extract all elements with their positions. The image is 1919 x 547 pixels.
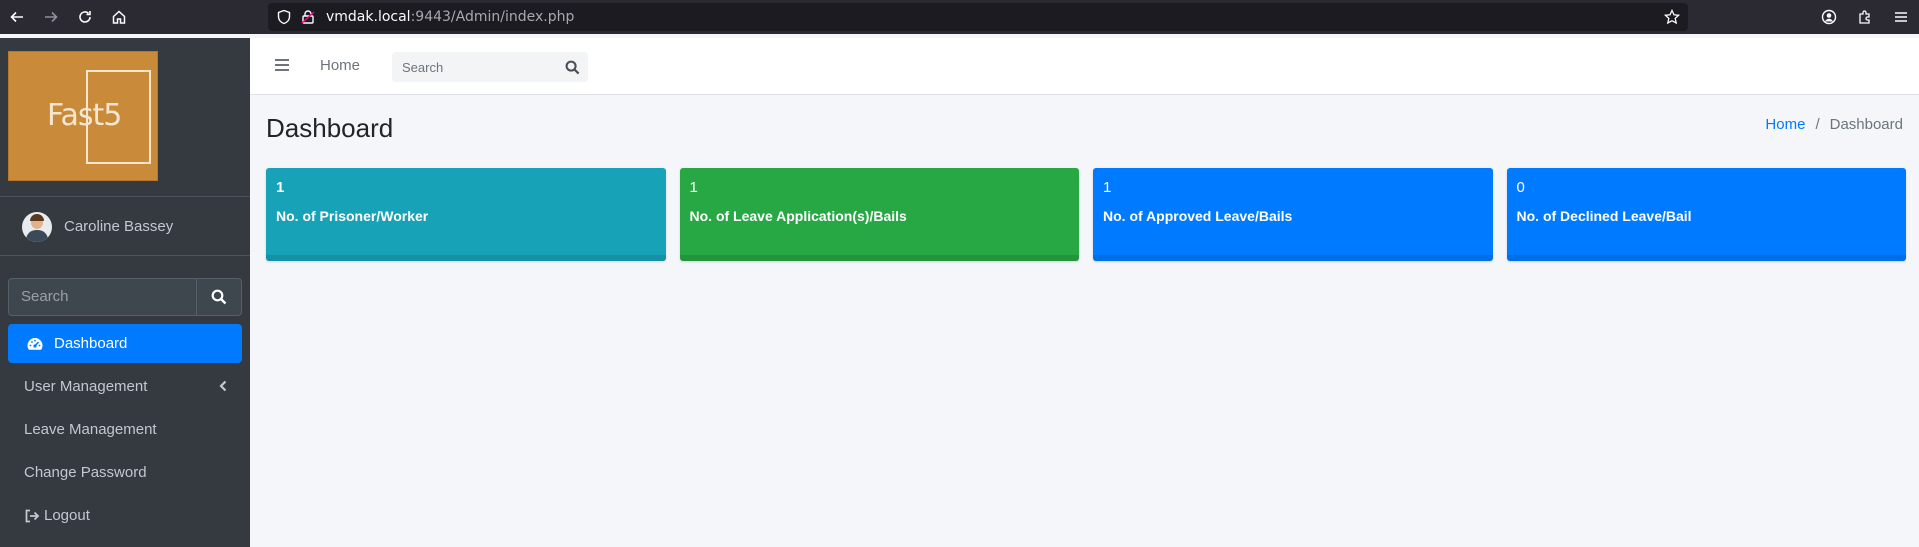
search-icon (211, 289, 227, 305)
avatar (22, 211, 52, 242)
search-icon[interactable] (565, 60, 580, 75)
back-button[interactable] (0, 0, 34, 34)
user-name[interactable]: Caroline Bassey (64, 218, 173, 235)
reload-button[interactable] (68, 0, 102, 34)
stat-box-footer (266, 255, 666, 261)
stat-box-approved-leave[interactable]: 1 No. of Approved Leave/Bails (1093, 168, 1493, 261)
breadcrumb-home-link[interactable]: Home (1765, 116, 1805, 133)
home-icon (112, 10, 126, 24)
sidebar-item-label: Change Password (24, 464, 147, 481)
breadcrumb-current: Dashboard (1829, 116, 1903, 133)
breadcrumb: Home / Dashboard (1765, 116, 1903, 133)
stat-box-prisoners[interactable]: 1 No. of Prisoner/Worker (266, 168, 666, 261)
arrow-right-icon (45, 11, 58, 23)
sidebar-item-label: Leave Management (24, 421, 157, 438)
sidebar-item-label: Logout (44, 507, 90, 524)
home-button[interactable] (102, 0, 136, 34)
sidebar-menu: Dashboard User Management Leave Manageme… (8, 324, 242, 539)
sidebar-item-dashboard[interactable]: Dashboard (8, 324, 242, 363)
stat-box-footer (679, 255, 1079, 261)
sidebar-search-button[interactable] (196, 278, 242, 316)
stat-value: 1 (689, 179, 698, 196)
stat-box-footer (1093, 255, 1493, 261)
avatar-body (26, 229, 48, 242)
sidebar-search: Search (8, 278, 242, 316)
stat-label: No. of Prisoner/Worker (276, 208, 429, 224)
sidebar-item-leave-management[interactable]: Leave Management (8, 410, 242, 449)
avatar-hair (30, 213, 44, 221)
page-title: Dashboard (266, 113, 394, 143)
app-menu-button[interactable] (1883, 0, 1919, 34)
arrow-left-icon (10, 11, 23, 23)
stat-value: 1 (1103, 179, 1112, 196)
stat-boxes: 1 No. of Prisoner/Worker 1 No. of Leave … (266, 168, 1906, 261)
stat-label: No. of Declined Leave/Bail (1516, 208, 1692, 224)
brand-text: Fast5 (47, 98, 122, 133)
url-text: vmdak.local:9443/Admin/index.php (326, 9, 575, 25)
stat-label: No. of Leave Application(s)/Bails (689, 208, 907, 224)
shield-icon (277, 9, 291, 25)
breadcrumb-separator: / (1815, 116, 1820, 133)
sidebar-item-label: User Management (24, 378, 148, 395)
stat-value: 1 (276, 179, 285, 196)
account-icon (1821, 9, 1837, 25)
top-navbar: Home Search (250, 38, 1919, 95)
hamburger-icon (1895, 12, 1907, 22)
sidebar-item-user-management[interactable]: User Management (8, 367, 242, 406)
menu-toggle-icon[interactable] (274, 58, 290, 72)
sidebar: Fast5 Caroline Bassey Search Dashboard U… (0, 38, 250, 547)
bookmark-star-icon[interactable] (1664, 9, 1680, 25)
sidebar-item-logout[interactable]: Logout (8, 496, 242, 535)
forward-button[interactable] (34, 0, 68, 34)
stat-box-footer (1506, 255, 1906, 261)
address-bar[interactable]: vmdak.local:9443/Admin/index.php (268, 3, 1688, 31)
brand-logo[interactable]: Fast5 (8, 51, 158, 181)
sidebar-search-input[interactable]: Search (8, 278, 196, 316)
insecure-lock-icon (301, 10, 315, 24)
navbar-search-input[interactable]: Search (402, 60, 565, 75)
sidebar-item-label: Dashboard (54, 335, 128, 352)
user-panel[interactable]: Caroline Bassey (0, 198, 250, 256)
account-button[interactable] (1811, 0, 1847, 34)
sign-out-icon (25, 509, 40, 522)
sidebar-item-change-password[interactable]: Change Password (8, 453, 242, 492)
stat-box-leave-applications[interactable]: 1 No. of Leave Application(s)/Bails (679, 168, 1079, 261)
stat-label: No. of Approved Leave/Bails (1103, 208, 1293, 224)
navbar-home-link[interactable]: Home (320, 57, 360, 74)
stat-value: 0 (1516, 179, 1525, 196)
extensions-button[interactable] (1847, 0, 1883, 34)
puzzle-icon (1859, 10, 1870, 24)
brand-area: Fast5 (0, 38, 250, 197)
reload-icon (79, 11, 91, 23)
browser-toolbar: vmdak.local:9443/Admin/index.php (0, 0, 1919, 34)
navbar-search[interactable]: Search (392, 52, 588, 82)
chevron-left-icon (219, 380, 227, 392)
stat-box-declined-leave[interactable]: 0 No. of Declined Leave/Bail (1506, 168, 1906, 261)
tachometer-icon (27, 337, 43, 350)
